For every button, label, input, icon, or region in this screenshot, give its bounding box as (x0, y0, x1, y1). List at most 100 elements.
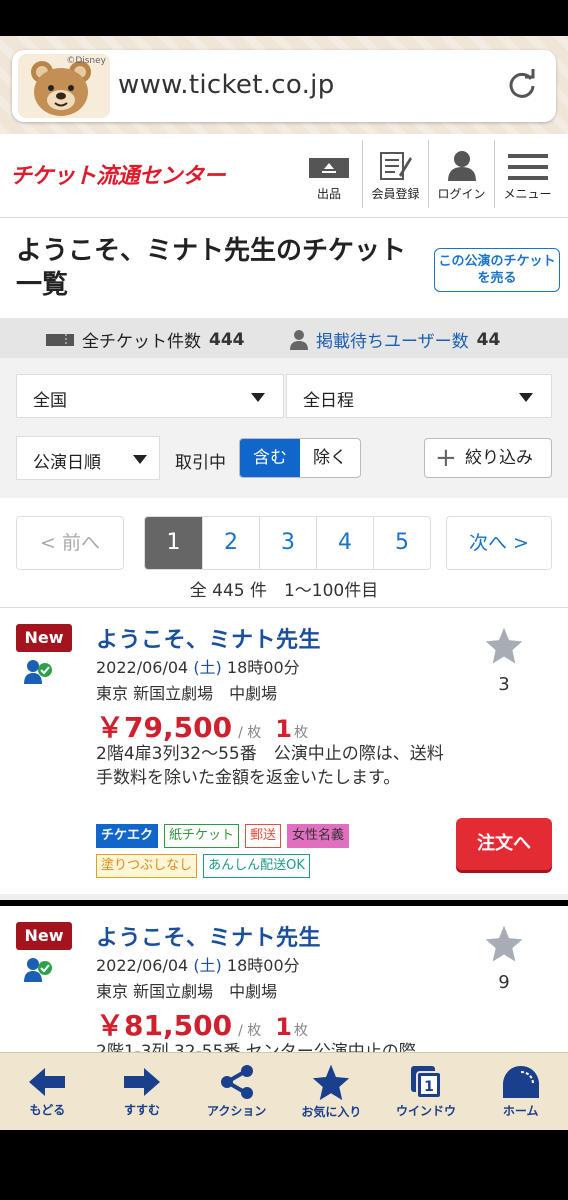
action-button[interactable]: アクション (189, 1053, 284, 1130)
ticket-listing[interactable]: New ようこそ、ミナト先生 2022/06/04 (土) 18時00分 東京 … (0, 906, 568, 1056)
result-range: 全 445 件 1〜100件目 (189, 581, 379, 601)
nav-menu-label: メニュー (503, 187, 552, 201)
listing-title[interactable]: ようこそ、ミナト先生 (96, 920, 321, 952)
schedule-select[interactable]: 全日程 (286, 374, 552, 418)
dropdown-arrow-icon (519, 393, 533, 402)
waiting-count-label[interactable]: 掲載待ちユーザー数 (316, 327, 469, 352)
listing-tags: チケエク 紙チケット 郵送 女性名義 塗りつぶしなし あんしん配送OK (96, 824, 396, 878)
prev-page-button[interactable]: < 前へ (16, 516, 124, 570)
page-2-button[interactable]: 2 (202, 517, 259, 569)
share-icon (220, 1065, 253, 1099)
star-icon[interactable] (484, 626, 524, 666)
quantity-unit: 枚 (293, 725, 308, 741)
total-count-value: 444 (209, 329, 245, 350)
page-title: ようこそ、ミナト先生のチケット一覧 (16, 236, 407, 300)
favorite-star[interactable]: 3 (480, 626, 528, 695)
sell-ticket-button[interactable]: この公演のチケットを売る (434, 248, 560, 292)
header-nav: 出品 会員登録 ログイン メニュー (296, 140, 560, 208)
status-bar (0, 0, 568, 36)
forward-arrow-icon (124, 1068, 160, 1096)
ticket-icon (46, 333, 74, 346)
trade-toggle: 含む 除く (239, 438, 361, 478)
register-icon (379, 152, 412, 180)
back-arrow-icon (29, 1068, 66, 1096)
quantity-unit: 枚 (293, 1023, 308, 1039)
site-logo[interactable]: チケット流通センター (10, 158, 226, 190)
listing-date-value: 2022/06/04 (96, 658, 189, 677)
dropdown-arrow-icon (251, 393, 265, 402)
trade-include-button[interactable]: 含む (240, 439, 300, 477)
tag-ticket-exchange: チケエク (96, 824, 159, 848)
favorites-button[interactable]: お気に入り (284, 1053, 379, 1130)
plus-icon: + (435, 443, 457, 473)
star-icon[interactable] (484, 924, 524, 964)
page-4-button[interactable]: 4 (316, 517, 373, 569)
user-icon (447, 151, 476, 181)
total-count-label: 全チケット件数 (82, 332, 201, 352)
bear-watermark: ©Disney (66, 56, 106, 66)
home-button[interactable]: ホーム (473, 1053, 568, 1130)
window-button[interactable]: 1 ウインドウ (379, 1053, 474, 1130)
window-count: 1 (424, 1079, 434, 1095)
listing-date: 2022/06/04 (土) 18時00分 (96, 952, 300, 976)
nav-login-label: ログイン (437, 187, 486, 201)
page-1-button[interactable]: 1 (145, 517, 202, 569)
nav-register[interactable]: 会員登録 (362, 140, 428, 208)
waiting-count-value: 44 (476, 329, 501, 350)
ticket-counts: 全チケット件数 444 掲載待ちユーザー数 44 (0, 318, 568, 358)
listing-weekday: (土) (193, 658, 222, 677)
nav-menu[interactable]: メニュー (494, 140, 560, 208)
home-icon (502, 1066, 539, 1098)
back-button[interactable]: もどる (0, 1053, 95, 1130)
ticket-quantity: 1 (275, 1013, 292, 1041)
nav-register-label: 会員登録 (371, 187, 420, 201)
verified-seller-icon (24, 958, 52, 982)
url-text[interactable]: www.ticket.co.jp (118, 70, 335, 100)
listing-venue: 東京 新国立劇場 中劇場 (96, 684, 278, 703)
favorite-star[interactable]: 9 (480, 924, 528, 993)
star-icon (313, 1064, 350, 1101)
verified-seller-icon (24, 660, 52, 684)
page-title-section: ようこそ、ミナト先生のチケット一覧 この公演のチケットを売る (0, 218, 568, 318)
sort-select[interactable]: 公演日順 (16, 436, 160, 480)
nav-sell-label: 出品 (316, 187, 341, 201)
listing-description: 2階4扉3列32〜55番 公演中止の際は、送料手数料を除いた金額を返金いたします… (96, 744, 444, 788)
page-3-button[interactable]: 3 (259, 517, 316, 569)
total-count: 全チケット件数 444 (46, 327, 245, 352)
listing-weekday: (土) (193, 956, 222, 975)
listing-date: 2022/06/04 (土) 18時00分 (96, 654, 300, 678)
reload-icon[interactable] (506, 68, 538, 100)
forward-label: すすむ (124, 1103, 161, 1117)
tag-no-blackout: 塗りつぶしなし (96, 854, 198, 878)
listing-title[interactable]: ようこそ、ミナト先生 (96, 622, 321, 654)
browser-address-area: ©Disney www.ticket.co.jp (0, 36, 568, 134)
site-header: チケット流通センター 出品 会員登録 ログイン メニュー (0, 134, 568, 218)
narrow-search-button[interactable]: + 絞り込み (424, 438, 552, 478)
window-icon: 1 (411, 1066, 443, 1099)
pagination: < 前へ 1 2 3 4 5 次へ > 全 445 件 1〜100件目 (0, 498, 568, 608)
address-bar[interactable]: ©Disney www.ticket.co.jp (12, 50, 556, 122)
tag-mail: 郵送 (245, 824, 282, 848)
ticket-listing[interactable]: New ようこそ、ミナト先生 2022/06/04 (土) 18時00分 東京 … (0, 608, 568, 900)
menu-icon (507, 154, 548, 180)
browser-toolbar: もどる すすむ アクション お気に入り 1 ウインドウ ホーム (0, 1052, 568, 1130)
nav-login[interactable]: ログイン (428, 140, 494, 208)
tag-safe-delivery: あんしん配送OK (203, 854, 310, 878)
next-page-button[interactable]: 次へ > (446, 516, 552, 570)
forward-button[interactable]: すすむ (95, 1053, 190, 1130)
trade-exclude-button[interactable]: 除く (300, 439, 360, 477)
waiting-count[interactable]: 掲載待ちユーザー数 44 (290, 327, 500, 352)
filter-panel: 全国 全日程 公演日順 取引中 含む 除く + 絞り込み (0, 358, 568, 498)
user-icon (290, 329, 308, 350)
back-label: もどる (29, 1103, 66, 1117)
page-5-button[interactable]: 5 (373, 517, 430, 569)
window-label: ウインドウ (396, 1104, 457, 1118)
region-select[interactable]: 全国 (16, 374, 284, 418)
dropdown-arrow-icon (133, 455, 147, 464)
price-amount: ￥81,500 (96, 1009, 233, 1042)
schedule-select-value: 全日程 (303, 391, 354, 411)
nav-sell[interactable]: 出品 (296, 140, 362, 208)
order-button[interactable]: 注文へ (456, 818, 552, 870)
listing-price: ￥81,500 / 枚 1 枚 (96, 1004, 308, 1044)
favorite-count: 9 (498, 972, 510, 993)
